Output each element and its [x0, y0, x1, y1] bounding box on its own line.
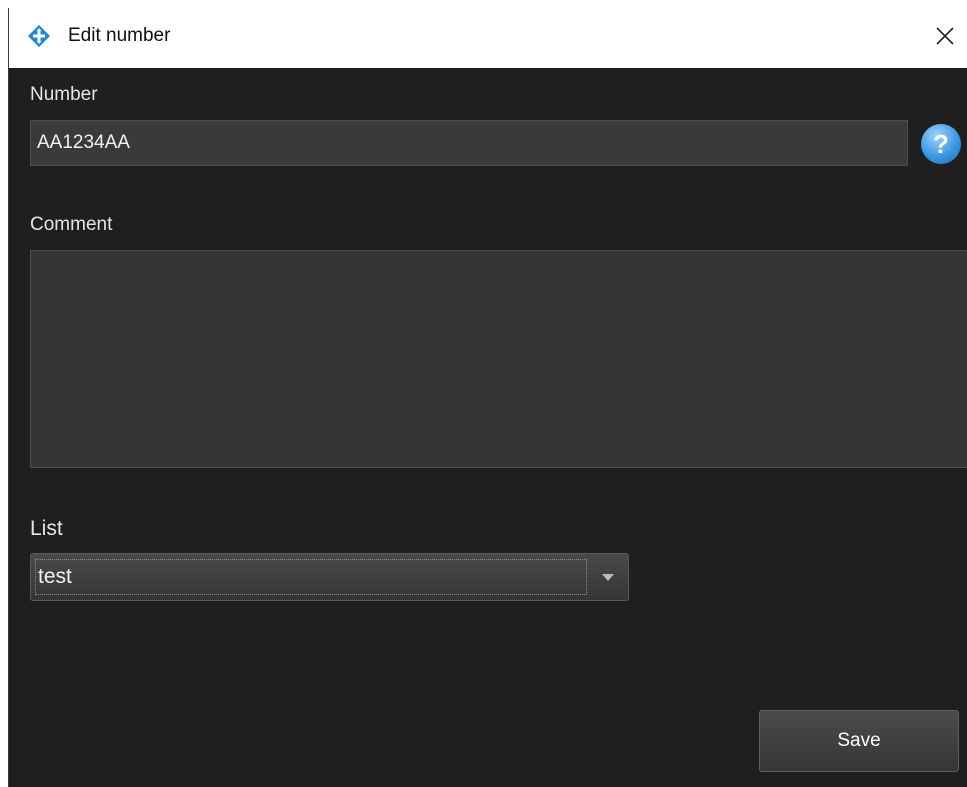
save-button[interactable]: Save [759, 710, 959, 772]
title-bar: Edit number [9, 8, 967, 68]
comment-textarea[interactable] [30, 250, 967, 468]
number-label: Number [30, 84, 98, 105]
help-icon[interactable]: ? [921, 124, 961, 164]
chevron-down-icon [602, 574, 614, 581]
close-icon [936, 27, 954, 45]
number-input[interactable] [30, 120, 908, 166]
window-title: Edit number [68, 25, 171, 46]
help-glyph: ? [933, 128, 949, 159]
focus-outline [35, 559, 587, 595]
close-button[interactable] [927, 18, 963, 54]
edit-number-dialog: Edit number Number ? Comment List test S… [8, 8, 967, 787]
comment-label: Comment [30, 214, 113, 235]
list-selected-value: test [38, 565, 72, 588]
list-select[interactable]: test [30, 553, 629, 601]
app-logo-icon [28, 25, 50, 47]
list-label: List [30, 517, 63, 540]
